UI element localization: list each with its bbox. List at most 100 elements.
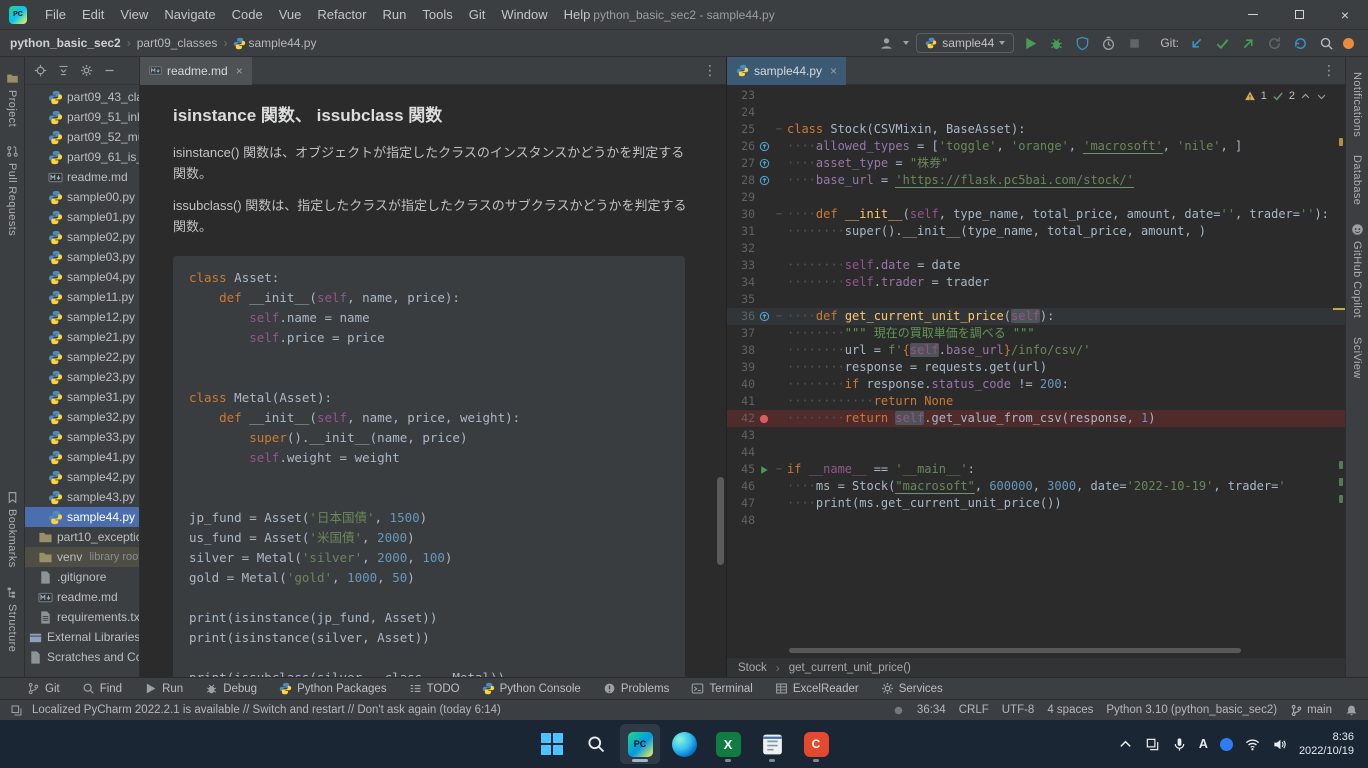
editor-gutter-cell[interactable]: 46 — [727, 478, 787, 495]
tool-stripe-github-copilot[interactable]: GitHub Copilot — [1351, 214, 1364, 327]
code-line[interactable]: print(issubclass(silver.__class__, Metal… — [189, 668, 669, 677]
tab-options-icon[interactable]: ⋮ — [694, 62, 726, 79]
collapse-all-button[interactable] — [57, 64, 70, 77]
editor-gutter-cell[interactable]: 45− — [727, 461, 787, 478]
bluetooth-icon[interactable] — [1220, 738, 1233, 751]
refresh-button[interactable] — [1265, 34, 1284, 53]
tree-item-.gitignore[interactable]: .gitignore — [25, 567, 139, 587]
code-line-42[interactable]: 42········return self.get_value_from_csv… — [727, 410, 1345, 427]
tree-item-sample41.py[interactable]: sample41.py — [25, 447, 139, 467]
taskbar-edge-app[interactable] — [664, 724, 704, 764]
code-line-28[interactable]: 28····base_url = 'https://flask.pc5bai.c… — [727, 172, 1345, 189]
code-line[interactable]: jp_fund = Asset('日本国債', 1500) — [189, 508, 669, 528]
editor-gutter-cell[interactable]: 43 — [727, 427, 787, 444]
coverage-button[interactable] — [1073, 34, 1092, 53]
tree-item-sample42.py[interactable]: sample42.py — [25, 467, 139, 487]
code-line-31[interactable]: 31········super().__init__(type_name, to… — [727, 223, 1345, 240]
updates-indicator[interactable] — [1343, 38, 1354, 49]
search-everywhere-button[interactable] — [1317, 34, 1336, 53]
editor-gutter-cell[interactable]: 33 — [727, 257, 787, 274]
notifications-icon[interactable] — [1345, 704, 1358, 717]
toolbar-python-packages[interactable]: Python Packages — [268, 678, 398, 699]
code-line-37[interactable]: 37········""" 現在の買取単価を調べる """ — [727, 325, 1345, 342]
tree-item-part09_52_mult[interactable]: part09_52_mult — [25, 127, 139, 147]
profiler-button[interactable] — [1099, 34, 1118, 53]
taskbar-pycharm-app[interactable]: PC — [620, 724, 660, 764]
tree-item-sample12.py[interactable]: sample12.py — [25, 307, 139, 327]
code-line[interactable] — [189, 468, 669, 488]
microphone-icon[interactable] — [1172, 737, 1187, 752]
editor-gutter-cell[interactable]: 31 — [727, 223, 787, 240]
tree-item-sample11.py[interactable]: sample11.py — [25, 287, 139, 307]
code-line-43[interactable]: 43 — [727, 427, 1345, 444]
tree-item-venv[interactable]: venvlibrary root — [25, 547, 139, 567]
code-line-32[interactable]: 32 — [727, 240, 1345, 257]
editor-gutter-cell[interactable]: 34 — [727, 274, 787, 291]
tree-item-sample21.py[interactable]: sample21.py — [25, 327, 139, 347]
menu-git[interactable]: Git — [461, 7, 494, 22]
tree-item-readme.md[interactable]: readme.md — [25, 587, 139, 607]
code-line-24[interactable]: 24 — [727, 104, 1345, 121]
taskbar-red-app-app[interactable]: C — [796, 724, 836, 764]
update-project-button[interactable] — [1187, 34, 1206, 53]
toolbar-todo[interactable]: TODO — [398, 678, 471, 699]
toolbar-debug[interactable]: Debug — [194, 678, 268, 699]
taskbar-start-button[interactable] — [532, 724, 572, 764]
menu-edit[interactable]: Edit — [74, 7, 112, 22]
editor-gutter-cell[interactable]: 37 — [727, 325, 787, 342]
editor-gutter-cell[interactable]: 28 — [727, 172, 787, 189]
editor-gutter-cell[interactable]: 23 — [727, 87, 787, 104]
tool-stripe-sciview[interactable]: SciView — [1351, 328, 1363, 388]
code-line[interactable]: class Metal(Asset): — [189, 388, 669, 408]
toolbar-find[interactable]: Find — [71, 678, 133, 699]
code-line-29[interactable]: 29 — [727, 189, 1345, 206]
close-tab-icon[interactable]: × — [830, 64, 837, 78]
code-line-26[interactable]: 26····allowed_types = ['toggle', 'orange… — [727, 138, 1345, 155]
toolbar-git[interactable]: Git — [16, 678, 71, 699]
taskbar-notepad-app[interactable] — [752, 724, 792, 764]
tree-item-part10_exceptions[interactable]: part10_exceptions — [25, 527, 139, 547]
menu-code[interactable]: Code — [224, 7, 271, 22]
tool-stripe-structure[interactable]: Structure — [6, 577, 19, 661]
status-widget[interactable]: CRLF — [959, 704, 989, 716]
code-line-47[interactable]: 47····print(ms.get_current_unit_price()) — [727, 495, 1345, 512]
tree-item-sample33.py[interactable]: sample33.py — [25, 427, 139, 447]
tree-item-part09_51_inhe[interactable]: part09_51_inhe — [25, 107, 139, 127]
breadcrumb-item[interactable]: sample44.py — [248, 36, 316, 50]
tab-options-icon[interactable]: ⋮ — [1313, 62, 1345, 79]
code-line[interactable]: print(isinstance(silver, Asset)) — [189, 628, 669, 648]
tree-item-sample22.py[interactable]: sample22.py — [25, 347, 139, 367]
toolbar-excelreader[interactable]: ExcelReader — [764, 678, 870, 699]
commit-button[interactable] — [1213, 34, 1232, 53]
toolbar-python-console[interactable]: Python Console — [471, 678, 592, 699]
code-line-44[interactable]: 44 — [727, 444, 1345, 461]
tree-item-sample04.py[interactable]: sample04.py — [25, 267, 139, 287]
editor-gutter-cell[interactable]: 32 — [727, 240, 787, 257]
code-line-30[interactable]: 30−····def __init__(self, type_name, tot… — [727, 206, 1345, 223]
prev-issue-icon[interactable] — [1300, 91, 1311, 102]
tool-stripe-notifications[interactable]: Notifications — [1351, 63, 1363, 146]
tree-item-sample23.py[interactable]: sample23.py — [25, 367, 139, 387]
run-button[interactable] — [1021, 34, 1040, 53]
editor-gutter-cell[interactable]: 29 — [727, 189, 787, 206]
breadcrumb-item[interactable]: part09_classes — [137, 36, 218, 50]
code-line[interactable]: print(isinstance(jp_fund, Asset)) — [189, 608, 669, 628]
editor-gutter-cell[interactable]: 30− — [727, 206, 787, 223]
git-branch-widget[interactable]: main — [1290, 704, 1332, 717]
tree-item-sample44.py[interactable]: sample44.py — [25, 507, 139, 527]
editor-gutter-cell[interactable]: 40 — [727, 376, 787, 393]
editor-gutter-cell[interactable]: 36− — [727, 308, 787, 325]
tool-stripe-database[interactable]: Database — [1351, 146, 1363, 214]
code-line[interactable]: def __init__(self, name, price): — [189, 288, 669, 308]
code-line-40[interactable]: 40········if response.status_code != 200… — [727, 376, 1345, 393]
code-line[interactable]: def __init__(self, name, price, weight): — [189, 408, 669, 428]
code-line[interactable]: super().__init__(name, price) — [189, 428, 669, 448]
stop-button[interactable] — [1125, 34, 1144, 53]
horizontal-scrollbar[interactable] — [789, 648, 1241, 653]
code-line-35[interactable]: 35 — [727, 291, 1345, 308]
editor-gutter-cell[interactable]: 39 — [727, 359, 787, 376]
status-widget[interactable]: 36:34 — [917, 704, 946, 716]
tree-item-sample01.py[interactable]: sample01.py — [25, 207, 139, 227]
volume-icon[interactable] — [1272, 737, 1287, 752]
tree-item-sample03.py[interactable]: sample03.py — [25, 247, 139, 267]
